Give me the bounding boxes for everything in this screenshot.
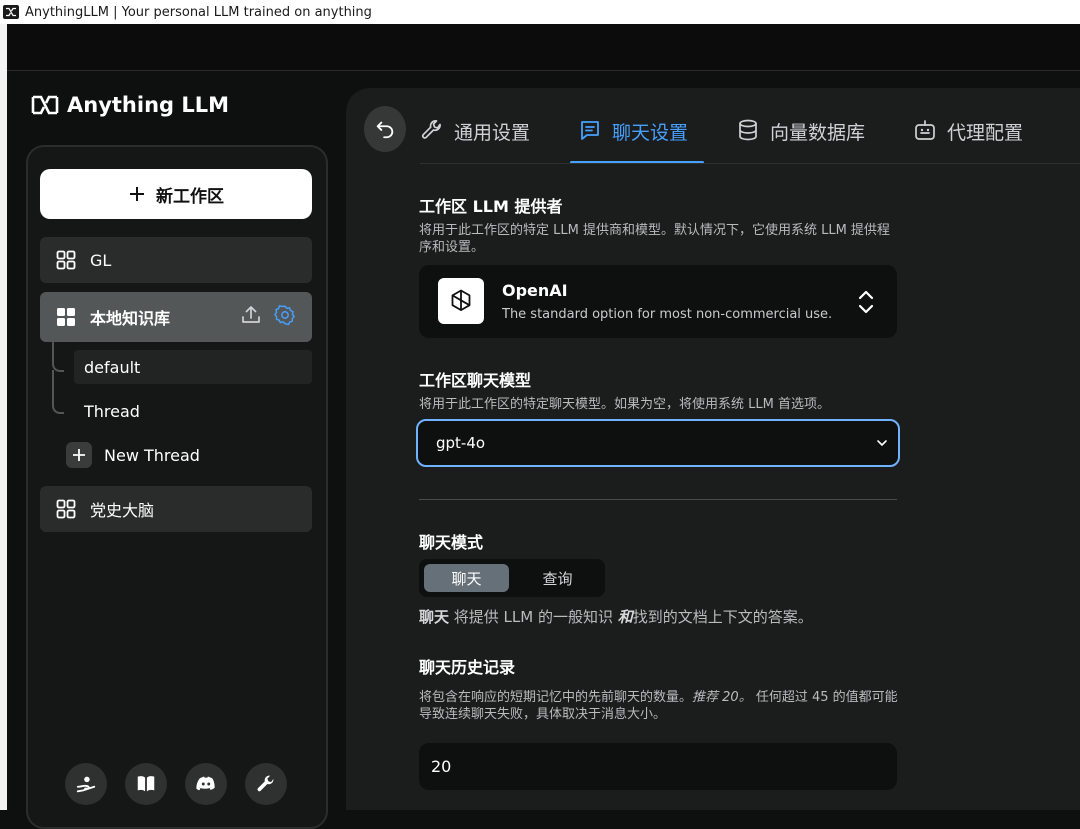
mode-desc-em: 和 [617, 608, 633, 626]
settings-tabs: 通用设置 聊天设置 向量数据库 代理配置 [420, 110, 1071, 164]
llm-provider-select[interactable]: OpenAI The standard option for most non-… [419, 265, 897, 338]
sidebar: 新工作区 GL 本地知识库 default Thread New Thread … [26, 145, 328, 829]
history-desc-em: 推荐 20。 [692, 690, 752, 705]
thread-item-default[interactable]: default [74, 350, 312, 384]
anythingllm-logo-icon [31, 95, 59, 115]
chat-mode-toggle: 聊天 查询 [419, 559, 605, 597]
chat-icon [581, 121, 599, 140]
brand-name: Anything LLM [67, 93, 230, 117]
mode-desc-end: 找到的文档上下文的答案。 [632, 608, 813, 626]
plus-icon [66, 442, 92, 468]
new-thread-label: New Thread [104, 445, 200, 465]
thread-item-thread[interactable]: Thread [74, 394, 312, 428]
history-desc-pre: 将包含在响应的短期记忆中的先前聊天的数量。 [419, 690, 693, 705]
mode-option-query[interactable]: 查询 [515, 564, 600, 592]
chat-mode-title: 聊天模式 [419, 533, 484, 552]
chat-history-title: 聊天历史记录 [419, 658, 516, 677]
tab-label: 聊天设置 [612, 122, 689, 144]
chat-mode-description: 聊天 将提供 LLM 的一般知识 和找到的文档上下文的答案。 [419, 606, 813, 627]
window-title: AnythingLLM | Your personal LLM trained … [25, 4, 372, 20]
chevron-down-icon [877, 440, 887, 447]
sidebar-footer [65, 763, 287, 805]
app-logo-icon [3, 5, 19, 19]
workspace-item-party-history[interactable]: 党史大脑 [40, 486, 312, 532]
workspace-item-local-kb[interactable]: 本地知识库 [40, 292, 312, 342]
settings-panel: 通用设置 聊天设置 向量数据库 代理配置 工作区 LLM 提供者 将用于此工作区… [346, 88, 1080, 810]
top-bar [7, 24, 1080, 71]
mode-desc-mid: 将提供 LLM 的一般知识 [449, 608, 618, 626]
chevron-up-down-icon [858, 290, 874, 314]
workspace-label: 本地知识库 [90, 309, 171, 328]
community-hub-icon[interactable] [65, 763, 107, 805]
chat-model-description: 将用于此工作区的特定聊天模型。如果为空，将使用系统 LLM 首选项。 [419, 397, 830, 412]
database-icon [739, 119, 757, 141]
tree-connector [52, 342, 64, 372]
tab-label: 向量数据库 [770, 122, 866, 144]
new-workspace-label: 新工作区 [156, 186, 224, 207]
robot-icon [915, 120, 935, 140]
tabs-divider [420, 163, 1080, 164]
thread-label: default [84, 357, 141, 377]
gear-icon[interactable] [274, 304, 296, 326]
section-divider [419, 499, 897, 500]
chat-history-input[interactable]: 20 [419, 743, 897, 790]
grid-icon [56, 250, 76, 270]
back-button[interactable] [364, 106, 406, 152]
docs-book-icon[interactable] [125, 763, 167, 805]
window-titlebar: AnythingLLM | Your personal LLM trained … [0, 0, 1080, 24]
workspace-label: 党史大脑 [90, 501, 155, 520]
app-root: Anything LLM 新工作区 GL 本地知识库 default Threa… [7, 71, 1080, 829]
new-thread-button[interactable]: New Thread [66, 442, 200, 468]
chat-model-value: gpt-4o [436, 434, 486, 452]
mode-desc-bold: 聊天 [419, 608, 450, 626]
tab-label: 代理配置 [947, 122, 1024, 144]
wrench-icon[interactable] [245, 763, 287, 805]
tab-general-settings[interactable]: 通用设置 [420, 110, 554, 164]
llm-provider-description: 将用于此工作区的特定 LLM 提供商和模型。默认情况下，它使用系统 LLM 提供… [419, 223, 890, 255]
workspace-actions [240, 304, 296, 326]
grid-filled-icon [57, 308, 75, 326]
chat-history-description: 将包含在响应的短期记忆中的先前聊天的数量。推荐 20。 任何超过 45 的值都可… [419, 689, 899, 723]
brand-logo: Anything LLM [31, 93, 229, 117]
discord-icon[interactable] [185, 763, 227, 805]
plus-icon [130, 187, 144, 201]
chat-model-select[interactable]: gpt-4o [416, 419, 900, 467]
workspace-item-gl[interactable]: GL [40, 237, 312, 283]
grid-icon [56, 499, 76, 519]
tab-agent-config[interactable]: 代理配置 [913, 110, 1047, 164]
workspace-label: GL [90, 250, 112, 270]
tab-label: 通用设置 [454, 122, 531, 144]
tab-vector-database[interactable]: 向量数据库 [736, 110, 889, 164]
provider-name: OpenAI [502, 281, 568, 300]
openai-logo-icon [438, 278, 484, 324]
mode-option-chat[interactable]: 聊天 [424, 564, 509, 592]
tree-connector [52, 370, 64, 414]
chat-model-title: 工作区聊天模型 [419, 371, 532, 390]
wrench-icon [421, 120, 441, 139]
window-edge [0, 24, 7, 810]
tab-chat-settings[interactable]: 聊天设置 [570, 110, 712, 164]
chat-history-value: 20 [431, 757, 452, 776]
upload-icon[interactable] [240, 304, 262, 326]
provider-description: The standard option for most non-commerc… [502, 307, 833, 322]
llm-provider-title: 工作区 LLM 提供者 [419, 197, 563, 216]
new-workspace-button[interactable]: 新工作区 [40, 169, 312, 219]
thread-label: Thread [84, 401, 140, 421]
back-arrow-icon [376, 121, 394, 139]
